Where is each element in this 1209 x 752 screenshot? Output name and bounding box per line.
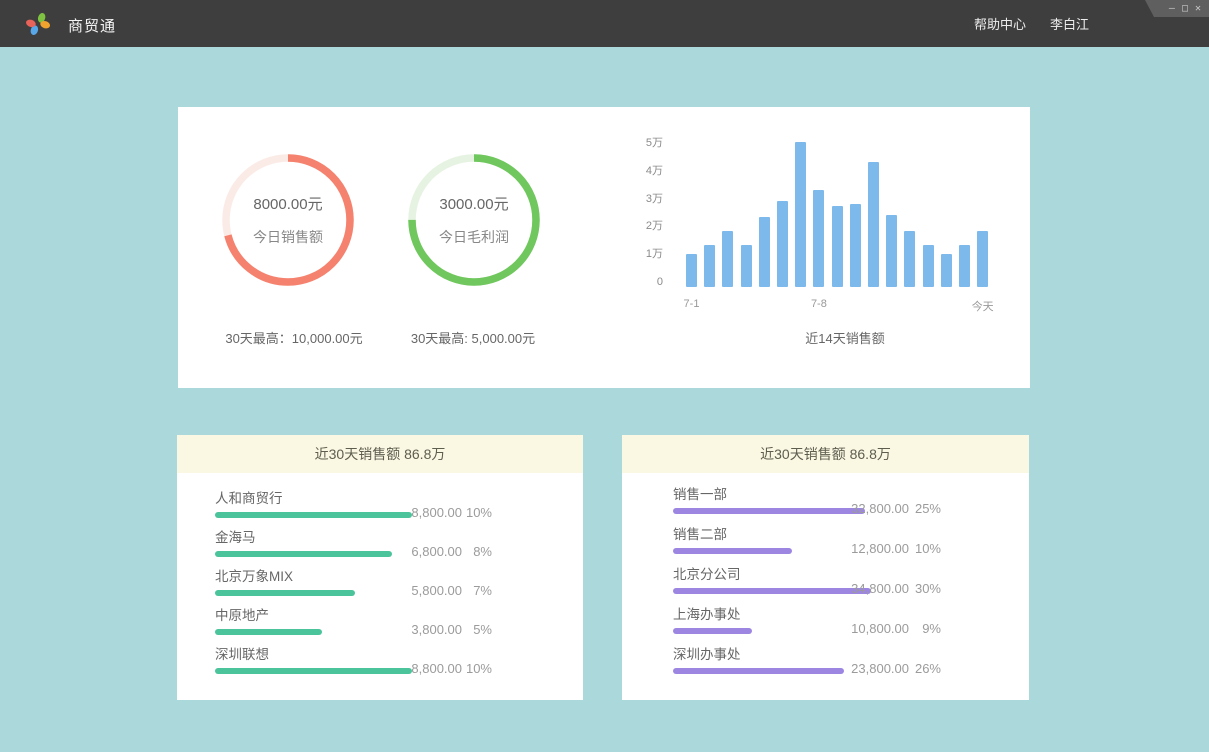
bar bbox=[959, 245, 970, 287]
bar bbox=[941, 254, 952, 287]
bar bbox=[777, 201, 788, 287]
bar bbox=[977, 231, 988, 287]
rank-item-amount: 12,800.00 bbox=[851, 541, 909, 556]
rank-item-bar bbox=[673, 668, 844, 674]
y-axis-tick-label: 5万 bbox=[621, 135, 663, 151]
rank-item-name: 北京万象MIX bbox=[215, 569, 583, 585]
rank-item-percent: 9% bbox=[922, 621, 941, 636]
rank-item-percent: 5% bbox=[473, 622, 492, 637]
today-profit-label: 今日毛利润 bbox=[439, 227, 509, 247]
bar bbox=[686, 254, 697, 287]
rank-item-percent: 7% bbox=[473, 583, 492, 598]
rank-item-bar bbox=[215, 629, 322, 635]
rank-item-amount: 23,800.00 bbox=[851, 661, 909, 676]
sales-14d-chart-title: 近14天销售额 bbox=[745, 328, 945, 347]
department-rank-card: 近30天销售额 86.8万 销售一部32,800.0025% 销售二部12,800… bbox=[622, 435, 1029, 700]
bar bbox=[813, 190, 824, 287]
y-axis-tick-label: 2万 bbox=[621, 218, 663, 234]
minimize-icon[interactable]: — bbox=[1169, 4, 1175, 14]
bar bbox=[759, 217, 770, 287]
rank-item-amount: 32,800.00 bbox=[851, 501, 909, 516]
y-axis-tick-label: 4万 bbox=[621, 163, 663, 179]
bar bbox=[904, 231, 915, 287]
rank-item-name: 深圳联想 bbox=[215, 647, 583, 663]
today-sales-readout: 8000.00元 今日销售额 bbox=[220, 152, 356, 288]
rank-item-bar bbox=[673, 548, 792, 554]
help-center-link[interactable]: 帮助中心 bbox=[974, 14, 1026, 33]
bar bbox=[923, 245, 934, 287]
rank-item-percent: 10% bbox=[466, 661, 492, 676]
rank-row: 中原地产3,800.005% bbox=[215, 608, 583, 624]
close-icon[interactable]: ✕ bbox=[1195, 4, 1201, 14]
department-rank-title: 近30天销售额 86.8万 bbox=[622, 435, 1029, 473]
y-axis-tick-label: 3万 bbox=[621, 191, 663, 207]
overview-card: 8000.00元 今日销售额 30天最高：10,000.00元 3000.00元… bbox=[178, 107, 1030, 388]
bar bbox=[722, 231, 733, 287]
rank-item-bar bbox=[673, 588, 871, 594]
bar bbox=[886, 215, 897, 287]
topbar-links: 帮助中心 李白江 bbox=[974, 0, 1089, 47]
rank-row: 销售二部12,800.0010% bbox=[673, 527, 1029, 543]
today-profit-value: 3000.00元 bbox=[439, 193, 508, 214]
bar bbox=[795, 142, 806, 287]
x-axis-tick-label: 今天 bbox=[961, 298, 1005, 314]
customer-rank-card: 近30天销售额 86.8万 人和商贸行8,800.0010%金海马6,800.0… bbox=[177, 435, 583, 700]
window-controls: — □ ✕ bbox=[1145, 0, 1209, 17]
profit-30d-max-caption: 30天最高: 5,000.00元 bbox=[353, 328, 593, 347]
today-sales-label: 今日销售额 bbox=[253, 227, 323, 247]
rank-item-bar bbox=[215, 590, 355, 596]
rank-item-name: 金海马 bbox=[215, 530, 583, 546]
rank-item-amount: 5,800.00 bbox=[411, 583, 462, 598]
rank-item-percent: 30% bbox=[915, 581, 941, 596]
bar bbox=[741, 245, 752, 287]
y-axis-tick-label: 0 bbox=[621, 274, 663, 290]
rank-row: 人和商贸行8,800.0010% bbox=[215, 491, 583, 507]
rank-item-amount: 34,800.00 bbox=[851, 581, 909, 596]
rank-item-bar bbox=[673, 508, 865, 514]
rank-item-percent: 10% bbox=[466, 505, 492, 520]
rank-item-bar bbox=[215, 668, 412, 674]
app-logo-icon bbox=[24, 10, 52, 38]
app-title: 商贸通 bbox=[68, 15, 116, 36]
rank-item-name: 人和商贸行 bbox=[215, 491, 583, 507]
bar bbox=[868, 162, 879, 287]
rank-item-percent: 26% bbox=[915, 661, 941, 676]
bar bbox=[704, 245, 715, 287]
x-axis-tick-label: 7-1 bbox=[670, 298, 714, 310]
rank-item-bar bbox=[215, 512, 412, 518]
rank-row: 北京分公司34,800.0030% bbox=[673, 567, 1029, 583]
y-axis-tick-label: 1万 bbox=[621, 246, 663, 262]
today-profit-readout: 3000.00元 今日毛利润 bbox=[406, 152, 542, 288]
bar bbox=[850, 204, 861, 287]
top-bar: 商贸通 帮助中心 李白江 — □ ✕ bbox=[0, 0, 1209, 47]
rank-item-name: 中原地产 bbox=[215, 608, 583, 624]
rank-item-amount: 8,800.00 bbox=[411, 505, 462, 520]
customer-rank-title: 近30天销售额 86.8万 bbox=[177, 435, 583, 473]
rank-row: 深圳办事处23,800.0026% bbox=[673, 647, 1029, 663]
rank-item-amount: 8,800.00 bbox=[411, 661, 462, 676]
rank-row: 销售一部32,800.0025% bbox=[673, 487, 1029, 503]
rank-item-amount: 3,800.00 bbox=[411, 622, 462, 637]
user-menu[interactable]: 李白江 bbox=[1050, 14, 1089, 33]
today-sales-value: 8000.00元 bbox=[253, 193, 322, 214]
rank-row: 北京万象MIX5,800.007% bbox=[215, 569, 583, 585]
rank-row: 深圳联想8,800.0010% bbox=[215, 647, 583, 663]
rank-item-bar bbox=[673, 628, 752, 634]
rank-item-amount: 6,800.00 bbox=[411, 544, 462, 559]
rank-item-percent: 10% bbox=[915, 541, 941, 556]
maximize-icon[interactable]: □ bbox=[1182, 4, 1188, 14]
bar bbox=[832, 206, 843, 287]
rank-row: 上海办事处10,800.009% bbox=[673, 607, 1029, 623]
rank-item-amount: 10,800.00 bbox=[851, 621, 909, 636]
rank-item-bar bbox=[215, 551, 392, 557]
rank-row: 金海马6,800.008% bbox=[215, 530, 583, 546]
x-axis-tick-label: 7-8 bbox=[797, 298, 841, 310]
rank-item-percent: 8% bbox=[473, 544, 492, 559]
rank-item-percent: 25% bbox=[915, 501, 941, 516]
